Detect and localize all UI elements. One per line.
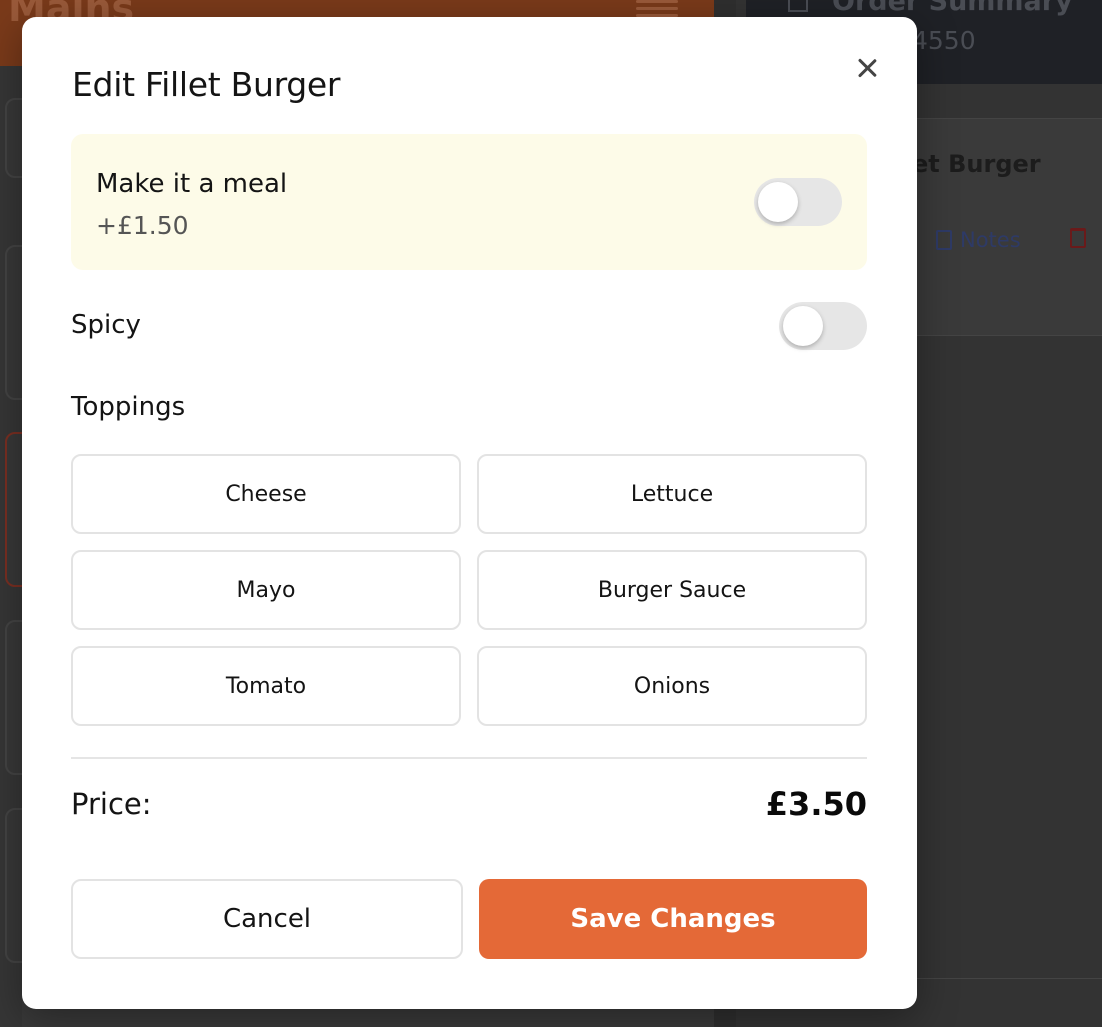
topping-onions-button[interactable]: Onions: [477, 646, 867, 726]
modal-title: Edit Fillet Burger: [72, 65, 341, 104]
price-label: Price:: [71, 787, 152, 821]
meal-option-label: Make it a meal: [96, 169, 288, 199]
receipt-icon: [788, 0, 808, 12]
toppings-heading: Toppings: [71, 392, 186, 422]
topping-mayo-button[interactable]: Mayo: [71, 550, 461, 630]
spicy-toggle[interactable]: [779, 302, 867, 350]
meal-option-price: +£1.50: [96, 211, 189, 240]
toggle-knob: [758, 182, 798, 222]
spicy-label: Spicy: [71, 310, 141, 340]
hamburger-icon: [636, 0, 678, 18]
close-icon[interactable]: [852, 53, 882, 83]
background-notes-link: Notes: [936, 228, 1021, 252]
cancel-button[interactable]: Cancel: [71, 879, 463, 959]
background-divider: [916, 978, 1102, 979]
meal-option: Make it a meal +£1.50: [71, 134, 867, 270]
topping-lettuce-button[interactable]: Lettuce: [477, 454, 867, 534]
background-order-number: 4550: [912, 26, 976, 55]
topping-burger-sauce-button[interactable]: Burger Sauce: [477, 550, 867, 630]
topping-cheese-button[interactable]: Cheese: [71, 454, 461, 534]
background-notes-label: Notes: [960, 228, 1021, 252]
document-icon: [936, 230, 952, 250]
save-changes-button[interactable]: Save Changes: [479, 879, 867, 959]
background-order-item-name: et Burger: [912, 150, 1041, 178]
price-divider: [71, 757, 867, 759]
price-value: £3.50: [765, 785, 867, 823]
edit-item-modal: Edit Fillet Burger Make it a meal +£1.50…: [22, 17, 917, 1009]
toggle-knob: [783, 306, 823, 346]
trash-icon: [1070, 228, 1086, 248]
meal-toggle[interactable]: [754, 178, 842, 226]
topping-tomato-button[interactable]: Tomato: [71, 646, 461, 726]
background-order-title: Order Summary: [832, 0, 1073, 17]
